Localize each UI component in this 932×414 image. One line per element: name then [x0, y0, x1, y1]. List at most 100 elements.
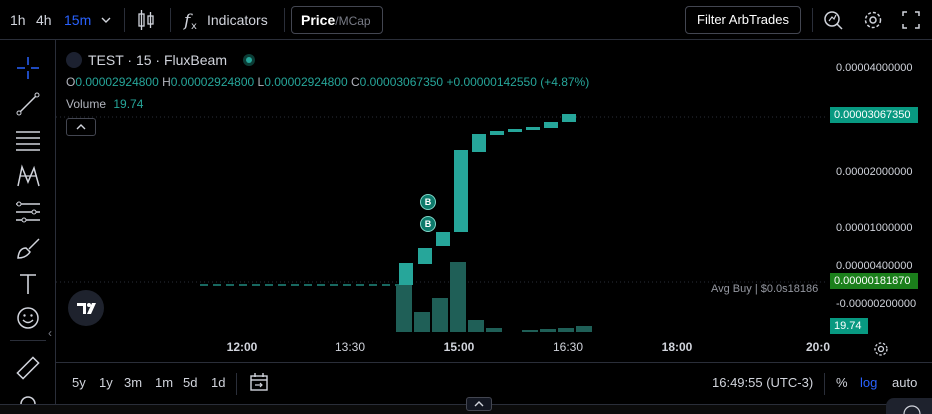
open-value: 0.00002924800: [75, 75, 159, 89]
function-icon[interactable]: fx: [182, 0, 202, 40]
brush-icon[interactable]: [14, 234, 42, 262]
volume-bar: [558, 328, 574, 332]
tradingview-logo-icon[interactable]: [68, 290, 104, 326]
volume-bar: [522, 330, 538, 332]
close-label: C: [351, 75, 360, 89]
corner-widget-icon[interactable]: [886, 398, 932, 414]
volume-bar: [414, 312, 430, 332]
symbol-title: TEST · 15 · FluxBeam: [88, 52, 228, 68]
collapse-toolbar-icon[interactable]: ‹: [48, 326, 52, 340]
token-avatar: [66, 52, 82, 68]
candle: [490, 131, 504, 135]
fullscreen-icon[interactable]: [900, 0, 922, 40]
buy-marker[interactable]: B: [420, 194, 436, 210]
indicators-button[interactable]: Indicators: [207, 0, 268, 40]
volume-value: 19.74: [113, 97, 144, 111]
volume-bar: [576, 326, 592, 332]
avg-buy-label: Avg Buy | $0.0s18186: [711, 283, 819, 295]
interval-15m[interactable]: 15m: [64, 0, 91, 40]
search-chart-icon[interactable]: [822, 0, 844, 40]
range-1m[interactable]: 1m: [155, 375, 173, 390]
price-tick: 0.00004000000: [836, 62, 913, 74]
candle: [454, 150, 468, 232]
range-3m[interactable]: 3m: [124, 375, 142, 390]
emoji-icon[interactable]: [14, 304, 42, 332]
candle: [508, 129, 522, 132]
volume-bar: [486, 328, 502, 332]
last-price-tag: 0.00003067350: [830, 107, 918, 123]
time-tick: 16:30: [552, 340, 584, 354]
mcap-label: MCap: [338, 14, 371, 28]
price-axis[interactable]: 0.00004000000 0.00002000000 0.0000100000…: [828, 40, 932, 340]
log-toggle[interactable]: log: [860, 375, 877, 390]
time-tick: 15:00: [443, 340, 475, 354]
range-5y[interactable]: 5y: [72, 375, 86, 390]
bottom-toolbar: 5y 1y 3m 1m 5d 1d 16:49:55 (UTC-3) % log…: [56, 362, 932, 404]
pattern-icon[interactable]: [14, 162, 42, 190]
price-tick: 0.00000400000: [836, 260, 913, 272]
price-tick: -0.00000200000: [836, 298, 917, 310]
volume-bar: [432, 298, 448, 332]
time-axis[interactable]: 12:00 13:30 15:00 16:30 18:00 20:0: [56, 336, 831, 360]
range-1d[interactable]: 1d: [211, 375, 225, 390]
volume-bar: [450, 262, 466, 332]
svg-text:x: x: [191, 21, 197, 32]
price-label: Price: [301, 12, 336, 28]
top-toolbar: 1h 4h 15m fx Indicators Price/MCap Filte…: [0, 0, 932, 40]
filter-arbtrades-button[interactable]: Filter ArbTrades: [685, 6, 801, 34]
price-tick: 0.00002000000: [836, 166, 913, 178]
percent-toggle[interactable]: %: [836, 375, 848, 390]
time-tick: 13:30: [334, 340, 366, 354]
time-tick: 18:00: [661, 340, 693, 354]
calendar-goto-icon[interactable]: [248, 371, 270, 393]
candles-icon[interactable]: [136, 0, 156, 40]
buy-marker[interactable]: B: [420, 216, 436, 232]
candle: [562, 114, 576, 122]
avg-buy-tag: 0.00000181870: [830, 273, 918, 289]
volume-legend: Volume 19.74: [66, 97, 143, 111]
interval-4h[interactable]: 4h: [36, 0, 52, 40]
range-1y[interactable]: 1y: [99, 375, 113, 390]
volume-label: Volume: [66, 97, 107, 111]
candle: [472, 134, 486, 152]
volume-tag: 19.74: [830, 318, 868, 334]
clock-display[interactable]: 16:49:55 (UTC-3): [712, 375, 813, 390]
time-tick: 12:00: [226, 340, 258, 354]
drawing-toolbar: ‹: [0, 40, 56, 414]
volume-bars: [396, 262, 592, 332]
price-tick: 0.00001000000: [836, 222, 913, 234]
collapse-legend-button[interactable]: [66, 118, 96, 136]
market-status-icon: [243, 54, 256, 66]
axis-settings-icon[interactable]: [872, 340, 890, 358]
time-tick: 20:0: [805, 340, 831, 354]
open-label: O: [66, 75, 76, 89]
ohlc-legend: O0.00002924800 H0.00002924800 L0.0000292…: [66, 75, 589, 89]
high-label: H: [162, 75, 171, 89]
candle: [399, 263, 413, 285]
candle: [436, 232, 450, 246]
volume-bar: [396, 285, 412, 332]
text-icon[interactable]: [14, 270, 42, 298]
change-value: +0.00000142550 (+4.87%): [446, 75, 590, 89]
chart-pane[interactable]: TEST · 15 · FluxBeam O0.00002924800 H0.0…: [56, 40, 828, 332]
measure-lines-icon[interactable]: [14, 198, 42, 226]
price-mcap-toggle[interactable]: Price/MCap: [291, 6, 383, 34]
auto-toggle[interactable]: auto: [892, 375, 917, 390]
candle: [544, 122, 558, 128]
interval-dropdown-icon[interactable]: [100, 0, 114, 40]
candle: [418, 248, 432, 264]
volume-bar: [540, 329, 556, 332]
low-value: 0.00002924800: [264, 75, 348, 89]
interval-1h[interactable]: 1h: [10, 0, 26, 40]
zoom-tool-icon[interactable]: [14, 390, 42, 404]
chevron-up-icon[interactable]: [466, 397, 492, 411]
close-value: 0.00003067350: [359, 75, 444, 89]
fib-icon[interactable]: [14, 126, 42, 154]
volume-bar: [468, 320, 484, 332]
candle: [526, 127, 540, 130]
settings-icon[interactable]: [862, 0, 884, 40]
range-5d[interactable]: 5d: [183, 375, 197, 390]
trendline-icon[interactable]: [14, 90, 42, 118]
ruler-icon[interactable]: [14, 354, 42, 382]
crosshair-icon[interactable]: [14, 54, 42, 82]
